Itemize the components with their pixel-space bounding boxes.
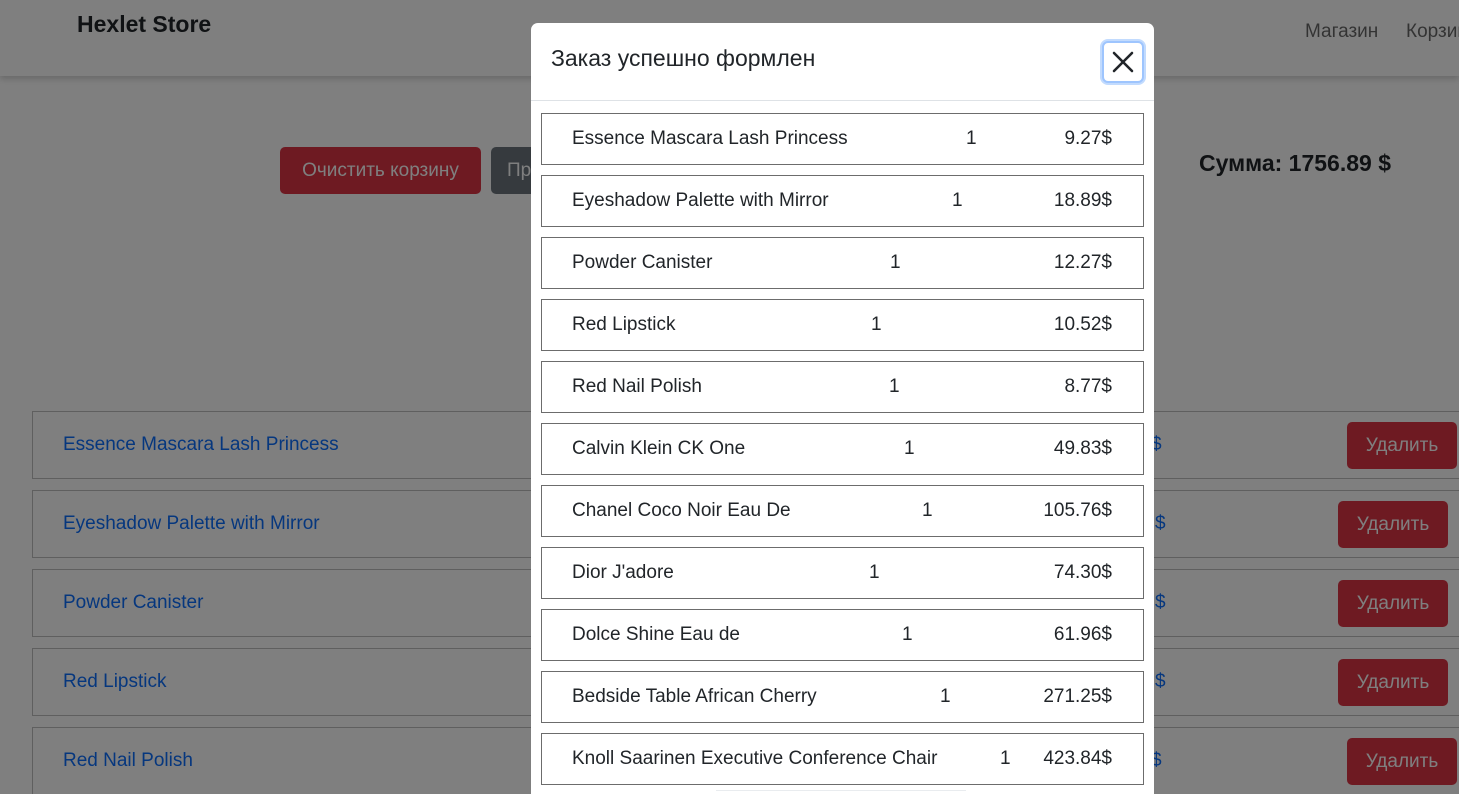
order-item-row: Red Nail Polish 1 8.77$ bbox=[541, 361, 1144, 413]
order-success-modal: Заказ успешно формлен Essence Mascara La… bbox=[531, 23, 1154, 794]
order-item-row: Essence Mascara Lash Princess 1 9.27$ bbox=[541, 113, 1144, 165]
order-item-price: 49.83$ bbox=[1053, 438, 1112, 459]
order-item-price: 61.96$ bbox=[1053, 624, 1112, 645]
modal-footer-divider bbox=[716, 790, 966, 794]
order-item-price: 9.27$ bbox=[1064, 128, 1112, 149]
modal-title: Заказ успешно формлен bbox=[551, 45, 816, 71]
order-item-qty: 1 bbox=[902, 624, 913, 645]
order-item-price: 18.89$ bbox=[1053, 190, 1112, 211]
order-item-row: Bedside Table African Cherry 1 271.25$ bbox=[541, 671, 1144, 723]
order-item-price: 105.76$ bbox=[1043, 500, 1112, 521]
order-item-row: Knoll Saarinen Executive Conference Chai… bbox=[541, 733, 1144, 785]
order-item-qty: 1 bbox=[1000, 748, 1011, 769]
order-item-row: Dior J'adore 1 74.30$ bbox=[541, 547, 1144, 599]
order-item-name: Powder Canister bbox=[572, 252, 713, 273]
close-icon bbox=[1112, 51, 1134, 73]
order-item-price: 271.25$ bbox=[1043, 686, 1112, 707]
order-item-price: 74.30$ bbox=[1053, 562, 1112, 583]
order-item-name: Essence Mascara Lash Princess bbox=[572, 128, 848, 149]
modal-header: Заказ успешно формлен bbox=[531, 23, 1154, 101]
order-item-qty: 1 bbox=[966, 128, 977, 149]
order-item-row: Dolce Shine Eau de 1 61.96$ bbox=[541, 609, 1144, 661]
order-item-qty: 1 bbox=[890, 252, 901, 273]
order-item-name: Bedside Table African Cherry bbox=[572, 686, 817, 707]
order-item-price: 12.27$ bbox=[1053, 252, 1112, 273]
order-item-qty: 1 bbox=[952, 190, 963, 211]
page: Hexlet Store Магазин Корзина Очистить ко… bbox=[0, 0, 1459, 794]
order-item-qty: 1 bbox=[871, 314, 882, 335]
order-item-row: Calvin Klein CK One 1 49.83$ bbox=[541, 423, 1144, 475]
order-item-price: 8.77$ bbox=[1064, 376, 1112, 397]
order-item-name: Calvin Klein CK One bbox=[572, 438, 746, 459]
order-item-name: Red Lipstick bbox=[572, 314, 676, 335]
order-item-row: Eyeshadow Palette with Mirror 1 18.89$ bbox=[541, 175, 1144, 227]
order-item-row: Red Lipstick 1 10.52$ bbox=[541, 299, 1144, 351]
order-item-qty: 1 bbox=[940, 686, 951, 707]
order-item-name: Dior J'adore bbox=[572, 562, 674, 583]
order-item-row: Powder Canister 1 12.27$ bbox=[541, 237, 1144, 289]
order-item-qty: 1 bbox=[904, 438, 915, 459]
order-item-price: 423.84$ bbox=[1043, 748, 1112, 769]
order-item-name: Knoll Saarinen Executive Conference Chai… bbox=[572, 748, 938, 769]
order-item-qty: 1 bbox=[869, 562, 880, 583]
order-item-name: Chanel Coco Noir Eau De bbox=[572, 500, 791, 521]
order-item-qty: 1 bbox=[889, 376, 900, 397]
close-button[interactable] bbox=[1102, 41, 1144, 83]
order-item-name: Dolce Shine Eau de bbox=[572, 624, 740, 645]
order-item-name: Red Nail Polish bbox=[572, 376, 702, 397]
order-item-price: 10.52$ bbox=[1053, 314, 1112, 335]
order-item-qty: 1 bbox=[922, 500, 933, 521]
order-item-row: Chanel Coco Noir Eau De 1 105.76$ bbox=[541, 485, 1144, 537]
order-item-name: Eyeshadow Palette with Mirror bbox=[572, 190, 829, 211]
